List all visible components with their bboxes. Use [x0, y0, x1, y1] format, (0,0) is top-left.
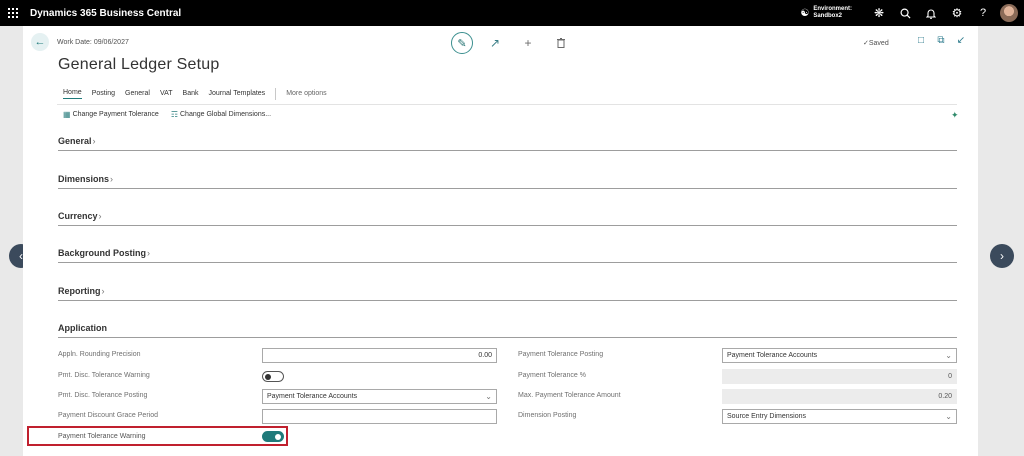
chevron-right-icon: ›: [101, 286, 105, 296]
environment-indicator[interactable]: ☯ Environment: Sandbox2: [800, 6, 852, 20]
payment-tolerance-posting-select[interactable]: Payment Tolerance Accounts ⌄: [722, 348, 957, 363]
tab-divider: [275, 88, 277, 100]
tabs-divider: [57, 104, 957, 105]
edit-button[interactable]: ✎: [451, 32, 473, 54]
building-icon: ☯: [800, 7, 810, 19]
tab-vat[interactable]: VAT: [160, 90, 173, 99]
section-general[interactable]: General›: [58, 136, 957, 151]
tab-bank[interactable]: Bank: [183, 90, 199, 99]
payment-discount-grace-period-field[interactable]: [262, 409, 497, 424]
chevron-down-icon: ⌄: [945, 351, 952, 360]
back-button[interactable]: ←: [31, 33, 49, 51]
tab-journal-templates[interactable]: Journal Templates: [209, 90, 266, 99]
payment-tolerance-posting-label: Payment Tolerance Posting: [518, 351, 604, 358]
section-currency[interactable]: Currency›: [58, 211, 957, 226]
action-tabs: Home Posting General VAT Bank Journal Te…: [63, 88, 337, 100]
tolerance-icon: ▦: [63, 110, 71, 119]
tab-posting[interactable]: Posting: [92, 90, 115, 99]
bell-icon[interactable]: [918, 0, 944, 26]
section-background-posting[interactable]: Background Posting›: [58, 248, 957, 263]
dimension-posting-label: Dimension Posting: [518, 412, 577, 419]
work-date[interactable]: Work Date: 09/06/2027: [57, 39, 129, 46]
delete-icon[interactable]: [550, 32, 572, 54]
personalize-icon[interactable]: ✦: [951, 110, 959, 121]
max-payment-tolerance-amount-field: 0.20: [722, 389, 957, 404]
help-icon[interactable]: ?: [970, 0, 996, 26]
payment-tolerance-warning-label: Payment Tolerance Warning: [58, 433, 146, 440]
change-payment-tolerance-action[interactable]: ▦ Change Payment Tolerance: [63, 110, 159, 119]
appln-rounding-precision-label: Appln. Rounding Precision: [58, 351, 141, 358]
payment-discount-grace-period-label: Payment Discount Grace Period: [58, 412, 158, 419]
chevron-right-icon: ›: [147, 248, 151, 258]
gear-icon[interactable]: ⚙: [944, 0, 970, 26]
page-title: General Ledger Setup: [58, 56, 220, 73]
pmt-disc-tolerance-posting-select[interactable]: Payment Tolerance Accounts ⌄: [262, 389, 497, 404]
tab-home[interactable]: Home: [63, 89, 82, 99]
change-global-dimensions-action[interactable]: ☶ Change Global Dimensions...: [171, 110, 271, 119]
pmt-disc-tolerance-warning-toggle[interactable]: [262, 371, 284, 382]
dimensions-icon: ☶: [170, 110, 178, 119]
bookmark-icon[interactable]: □: [911, 35, 931, 46]
share-icon[interactable]: ↗: [484, 32, 506, 54]
next-record-button[interactable]: ›: [990, 244, 1014, 268]
top-bar: Dynamics 365 Business Central ☯ Environm…: [0, 0, 1024, 26]
payment-tolerance-warning-toggle[interactable]: [262, 431, 284, 442]
dimension-posting-select[interactable]: Source Entry Dimensions ⌄: [722, 409, 957, 424]
avatar[interactable]: [1000, 4, 1018, 22]
page-card: ← Work Date: 09/06/2027 ✎ ↗ + ✓Saved □ ⧉…: [23, 26, 978, 456]
section-dimensions[interactable]: Dimensions›: [58, 174, 957, 189]
saved-status: ✓Saved: [863, 40, 889, 47]
section-reporting[interactable]: Reporting›: [58, 286, 957, 301]
app-title[interactable]: Dynamics 365 Business Central: [30, 8, 181, 19]
collapse-icon[interactable]: ↙: [951, 35, 971, 46]
payment-tolerance-pct-label: Payment Tolerance %: [518, 372, 586, 379]
chevron-down-icon: ⌄: [485, 392, 492, 401]
add-icon[interactable]: +: [517, 32, 539, 54]
max-payment-tolerance-amount-label: Max. Payment Tolerance Amount: [518, 392, 621, 399]
appln-rounding-precision-field[interactable]: 0.00: [262, 348, 497, 363]
chevron-right-icon: ›: [98, 211, 102, 221]
pmt-disc-tolerance-warning-label: Pmt. Disc. Tolerance Warning: [58, 372, 150, 379]
chevron-right-icon: ›: [92, 136, 96, 146]
pmt-disc-tolerance-posting-label: Pmt. Disc. Tolerance Posting: [58, 392, 148, 399]
search-icon[interactable]: [892, 0, 918, 26]
waffle-icon[interactable]: [0, 0, 26, 26]
payment-tolerance-pct-field: 0: [722, 369, 957, 384]
open-new-window-icon[interactable]: ⧉: [931, 35, 951, 46]
more-options-button[interactable]: More options: [286, 90, 326, 99]
section-application[interactable]: Application: [58, 323, 957, 338]
chevron-right-icon: ›: [110, 174, 114, 184]
tab-general[interactable]: General: [125, 90, 150, 99]
environment-name: Sandbox2: [813, 13, 843, 19]
environment-label: Environment:: [813, 6, 852, 12]
chevron-down-icon: ⌄: [945, 412, 952, 421]
copilot-icon[interactable]: ❋: [866, 0, 892, 26]
